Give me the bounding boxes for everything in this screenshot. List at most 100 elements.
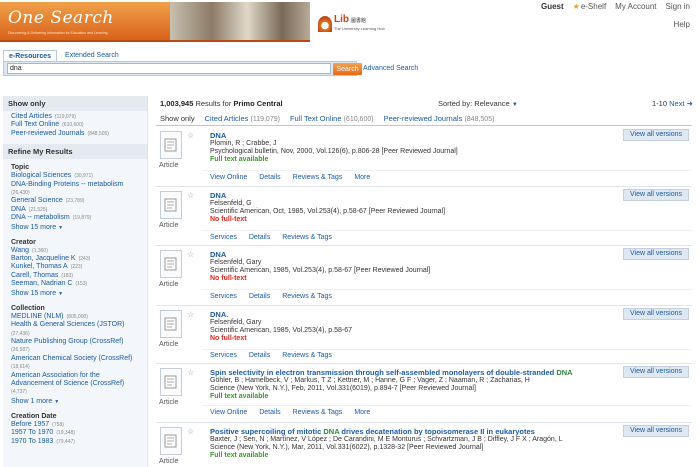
star-icon[interactable]: ☆: [187, 368, 194, 377]
result-title[interactable]: DNA: [210, 131, 226, 140]
view-all-versions-button[interactable]: View all versions: [623, 129, 689, 141]
onesearch-logo[interactable]: One Search Discovering & Delivering Info…: [0, 2, 170, 42]
tab-reviews-tags[interactable]: Reviews & Tags: [282, 352, 332, 359]
facet-creator-item[interactable]: Seeman, Nadrian C (153): [11, 280, 139, 288]
tab-view-online[interactable]: View Online: [210, 174, 247, 181]
facet-collection-count: (18,614): [11, 364, 30, 371]
facet-topic-item[interactable]: Biological Sciences (30,971): [11, 172, 139, 180]
tab-more[interactable]: More: [354, 174, 370, 181]
facet-collection-item[interactable]: American Association for the Advancement…: [11, 372, 139, 389]
result-actions: Services Details Reviews & Tags: [210, 352, 332, 359]
tab-details[interactable]: Details: [259, 174, 280, 181]
result-authors: Felsenfeld, Gary: [210, 259, 262, 266]
facet-collection-item[interactable]: MEDLINE (NLM) (805,000): [11, 313, 139, 321]
tab-details[interactable]: Details: [249, 234, 270, 241]
advanced-search-link[interactable]: Advanced Search: [363, 65, 418, 72]
sign-in-link[interactable]: Sign in: [666, 2, 690, 11]
view-all-versions-button[interactable]: View all versions: [623, 189, 689, 201]
article-thumbnail[interactable]: [160, 131, 182, 159]
availability-status[interactable]: Full text available: [210, 452, 268, 459]
star-icon[interactable]: ☆: [187, 310, 194, 319]
view-all-versions-button[interactable]: View all versions: [623, 366, 689, 378]
library-emblem-icon: [318, 16, 332, 32]
star-icon[interactable]: ☆: [187, 191, 194, 200]
article-thumbnail[interactable]: [160, 368, 182, 396]
tab-reviews-tags[interactable]: Reviews & Tags: [293, 174, 343, 181]
star-icon[interactable]: ☆: [187, 250, 194, 259]
next-page-link[interactable]: Next ➜: [669, 99, 693, 108]
availability-status[interactable]: No full-text: [210, 335, 247, 342]
facet-collection-item[interactable]: Nature Publishing Group (CrossRef): [11, 338, 139, 346]
view-all-versions-button[interactable]: View all versions: [623, 425, 689, 437]
availability-status[interactable]: No full-text: [210, 275, 247, 282]
filter-full-text-online[interactable]: Full Text Online (610,600): [290, 114, 374, 123]
collection-show-more[interactable]: Show 1 more ▼: [11, 397, 139, 407]
creator-heading: Creator: [11, 238, 36, 246]
facet-creator-item[interactable]: Barton, Jacqueline K (243): [11, 255, 139, 263]
eshelf-link[interactable]: ★e-Shelf: [573, 2, 607, 11]
facet-topic-item[interactable]: DNA -- metabolism (19,879): [11, 214, 139, 222]
tab-services[interactable]: Services: [210, 352, 237, 359]
facet-creator-item[interactable]: Kunkel, Thomas A (223): [11, 263, 139, 271]
result-citation: Scientific American, 1985, Vol.253(4), p…: [210, 267, 431, 274]
tab-services[interactable]: Services: [210, 293, 237, 300]
tab-reviews-tags[interactable]: Reviews & Tags: [293, 409, 343, 416]
facet-collection-item[interactable]: American Chemical Society (CrossRef): [11, 355, 139, 363]
creation-date-heading: Creation Date: [11, 412, 57, 420]
article-thumbnail[interactable]: [160, 250, 182, 278]
tab-view-online[interactable]: View Online: [210, 409, 247, 416]
tab-reviews-tags[interactable]: Reviews & Tags: [282, 293, 332, 300]
result-title[interactable]: DNA: [210, 191, 226, 200]
article-thumbnail[interactable]: [160, 191, 182, 219]
tab-reviews-tags[interactable]: Reviews & Tags: [282, 234, 332, 241]
document-icon: [164, 257, 177, 271]
facet-creator-item[interactable]: Wang (1,360): [11, 247, 139, 255]
facet-topic-item[interactable]: DNA-Binding Proteins -- metabolism: [11, 181, 139, 189]
article-thumbnail[interactable]: [160, 427, 182, 455]
document-icon: [164, 375, 177, 389]
results-divider: [156, 125, 692, 126]
facet-collection-item[interactable]: Health & General Sciences (JSTOR): [11, 321, 139, 329]
help-link[interactable]: Help: [674, 20, 690, 29]
search-button[interactable]: Search: [333, 63, 362, 75]
tab-details[interactable]: Details: [259, 409, 280, 416]
document-icon: [164, 198, 177, 212]
facet-date-item[interactable]: 1957 To 1970 (19,348): [11, 429, 139, 437]
star-icon[interactable]: ☆: [187, 427, 194, 436]
topic-show-more[interactable]: Show 15 more ▼: [11, 223, 139, 233]
search-input[interactable]: [7, 63, 331, 74]
result-citation: Psychological bulletin, Nov, 2000, Vol.1…: [210, 148, 458, 155]
result-authors: Baxter, J ; Sen, N ; Martínez, V López ;…: [210, 436, 563, 443]
article-thumbnail[interactable]: [160, 310, 182, 338]
tab-more[interactable]: More: [354, 409, 370, 416]
resource-type: Article: [159, 222, 179, 229]
facet-peer-reviewed[interactable]: Peer-reviewed Journals (848,505): [11, 130, 139, 138]
sort-by-dropdown[interactable]: Sorted by: Relevance ▼: [438, 99, 518, 108]
library-logo[interactable]: Lib 圖書館 The University Learning Hub: [318, 14, 433, 36]
tab-details[interactable]: Details: [249, 293, 270, 300]
facet-cited-articles[interactable]: Cited Articles (119,079): [11, 113, 139, 121]
creator-show-more[interactable]: Show 15 more ▼: [11, 289, 139, 299]
availability-status[interactable]: No full-text: [210, 216, 247, 223]
tab-details[interactable]: Details: [249, 352, 270, 359]
result-title[interactable]: DNA: [210, 250, 226, 259]
facet-topic-item[interactable]: DNA (21,525): [11, 206, 139, 214]
facet-topic-item[interactable]: General Science (23,789): [11, 197, 139, 205]
tab-services[interactable]: Services: [210, 234, 237, 241]
my-account-link[interactable]: My Account: [615, 2, 656, 11]
facet-creator-item[interactable]: Carell, Thomas (183): [11, 272, 139, 280]
view-all-versions-button[interactable]: View all versions: [623, 248, 689, 260]
result-title[interactable]: Spin selectivity in electron transmissio…: [210, 368, 573, 377]
view-all-versions-button[interactable]: View all versions: [623, 308, 689, 320]
result-title[interactable]: DNA.: [210, 310, 228, 319]
filter-cited-articles[interactable]: Cited Articles (119,079): [205, 114, 280, 123]
availability-status[interactable]: Full text available: [210, 393, 268, 400]
filter-peer-reviewed[interactable]: Peer-reviewed Journals (848,505): [384, 114, 495, 123]
result-title[interactable]: Positive supercoiling of mitotic DNA dri…: [210, 427, 535, 436]
availability-status[interactable]: Full text available: [210, 156, 268, 163]
document-icon: [164, 138, 177, 152]
star-icon[interactable]: ☆: [187, 131, 194, 140]
facet-date-item[interactable]: 1970 To 1983 (79,447): [11, 438, 139, 446]
facet-full-text-online[interactable]: Full Text Online (610,600): [11, 121, 139, 129]
facet-date-item[interactable]: Before 1957 (758): [11, 421, 139, 429]
